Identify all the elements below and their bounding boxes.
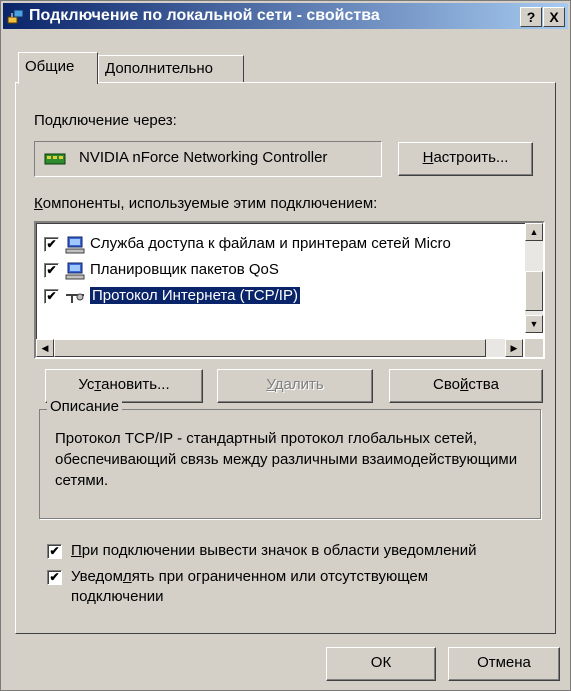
component-checkbox[interactable]: ✔ (44, 289, 59, 304)
tab-advanced[interactable]: Дополнительно (98, 55, 244, 83)
properties-label-a: Сво (433, 376, 461, 393)
protocol-icon (66, 293, 84, 303)
connect-via-label: Подключение через: (34, 112, 177, 129)
install-label-a: Ус (78, 376, 95, 393)
notify-text-a: Уведом (71, 568, 123, 585)
show-icon-text: ри подключении вывести значок в области … (81, 542, 477, 559)
notify-label: Уведомлять при ограниченном или отсутств… (71, 567, 511, 607)
description-title: Описание (47, 398, 123, 415)
show-icon-hotkey: П (71, 542, 82, 559)
scroll-corner (525, 339, 543, 357)
components-list[interactable]: ✔ Служба доступа к файлам и принтерам се… (34, 221, 545, 359)
notify-option[interactable]: ✔ Уведомлять при ограниченном или отсутс… (47, 567, 517, 611)
notify-checkbox[interactable]: ✔ (47, 570, 62, 585)
cancel-button[interactable]: Отмена (448, 647, 560, 681)
show-icon-checkbox[interactable]: ✔ (47, 544, 62, 559)
configure-button[interactable]: Настроить... (398, 142, 533, 176)
component-label: Служба доступа к файлам и принтерам сете… (90, 235, 451, 252)
title-bar[interactable]: Подключение по локальной сети - свойства… (3, 3, 568, 29)
horizontal-scrollbar[interactable]: ◀ ▶ (36, 339, 523, 357)
help-button[interactable]: ? (520, 7, 542, 27)
component-checkbox[interactable]: ✔ (44, 263, 59, 278)
properties-label-b: ства (468, 376, 499, 393)
network-connection-icon (7, 9, 24, 24)
configure-hotkey: Н (422, 149, 434, 166)
component-checkbox[interactable]: ✔ (44, 237, 59, 252)
show-icon-option[interactable]: ✔ При подключении вывести значок в облас… (47, 541, 557, 563)
remove-button[interactable]: Удалить (217, 369, 373, 403)
properties-button[interactable]: Свойства (389, 369, 543, 403)
configure-label: астроить... (433, 149, 509, 166)
install-label-b: ановить... (101, 376, 170, 393)
scroll-up-icon[interactable]: ▲ (525, 223, 543, 241)
network-service-icon (65, 262, 85, 280)
horizontal-scroll-thumb[interactable] (54, 339, 486, 357)
component-label: Планировщик пакетов QoS (90, 261, 279, 278)
scroll-right-icon[interactable]: ▶ (505, 339, 523, 357)
network-service-icon (65, 236, 85, 254)
remove-label: далить (274, 376, 324, 393)
adapter-name: NVIDIA nForce Networking Controller (79, 149, 328, 166)
close-button[interactable]: X (543, 7, 565, 27)
network-adapter-icon (44, 153, 66, 165)
scroll-down-icon[interactable]: ▼ (525, 315, 543, 333)
properties-window: Подключение по локальной сети - свойства… (0, 0, 571, 691)
ok-button[interactable]: ОК (326, 647, 436, 681)
vertical-scroll-thumb[interactable] (525, 271, 543, 311)
description-text: Протокол TCP/IP - стандартный протокол г… (55, 430, 518, 489)
window-title: Подключение по локальной сети - свойства (29, 7, 380, 24)
scroll-left-icon[interactable]: ◀ (36, 339, 54, 357)
show-icon-label: При подключении вывести значок в области… (71, 541, 476, 561)
components-label: Компоненты, используемые этим подключени… (34, 195, 377, 212)
components-label-text: омпоненты, используемые этим подключение… (42, 195, 378, 212)
vertical-scrollbar[interactable]: ▲ ▼ (525, 223, 543, 333)
tab-general[interactable]: Общие (18, 52, 98, 84)
remove-hotkey: У (266, 376, 275, 393)
component-label: Протокол Интернета (TCP/IP) (89, 286, 301, 305)
components-hotkey: К (34, 195, 43, 212)
notify-hotkey: л (122, 568, 132, 585)
adapter-field: NVIDIA nForce Networking Controller (34, 141, 382, 177)
